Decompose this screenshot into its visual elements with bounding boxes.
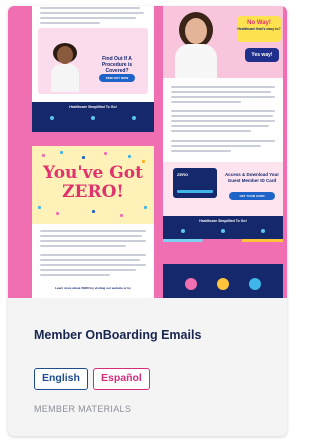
category-label: MEMBER MATERIALS bbox=[34, 404, 132, 414]
got-zero-headline: You've Got ZERO! bbox=[43, 163, 143, 202]
email-panel-no-way: No Way! Healthcare that's easy to? Yes w… bbox=[163, 6, 283, 242]
email-panel-icons bbox=[163, 264, 283, 298]
access-id-title: Access & Download Your Guest Member ID C… bbox=[224, 172, 280, 183]
learn-more-text: Learn more about ZERO by visiting our we… bbox=[55, 286, 131, 290]
material-card[interactable]: Find Out If A Procedure is Covered? FIND… bbox=[8, 6, 287, 436]
no-way-hero: No Way! Healthcare that's easy to? Yes w… bbox=[163, 6, 283, 78]
got-zero-hero: You've Got ZERO! bbox=[32, 146, 154, 224]
id-card-image: ZERO bbox=[173, 168, 217, 198]
procedure-question: Find Out If A Procedure is Covered? bbox=[101, 56, 133, 74]
english-tag-button[interactable]: English bbox=[34, 368, 88, 390]
email-panel-got-zero: You've Got ZERO! Learn more about ZERO b… bbox=[32, 146, 154, 298]
email-panel-procedure: Find Out If A Procedure is Covered? FIND… bbox=[32, 6, 154, 132]
id-card-section: ZERO Access & Download Your Guest Member… bbox=[163, 162, 283, 216]
spanish-tag-button[interactable]: Español bbox=[93, 368, 150, 390]
find-out-button: FIND OUT NOW bbox=[99, 74, 135, 82]
get-card-button: GET YOUR CARD bbox=[229, 192, 275, 200]
email-preview-image[interactable]: Find Out If A Procedure is Covered? FIND… bbox=[8, 6, 287, 298]
email-footer: Healthcare Simplified To Go! bbox=[32, 102, 154, 132]
mail-icon bbox=[249, 278, 261, 290]
phone-icon bbox=[185, 278, 197, 290]
speech-bubble: No Way! Healthcare that's easy to? bbox=[237, 16, 281, 42]
card-title[interactable]: Member OnBoarding Emails bbox=[34, 328, 201, 342]
woman-photo bbox=[48, 43, 82, 92]
yes-way-bubble: Yes way! bbox=[245, 48, 279, 62]
chat-icon bbox=[217, 278, 229, 290]
